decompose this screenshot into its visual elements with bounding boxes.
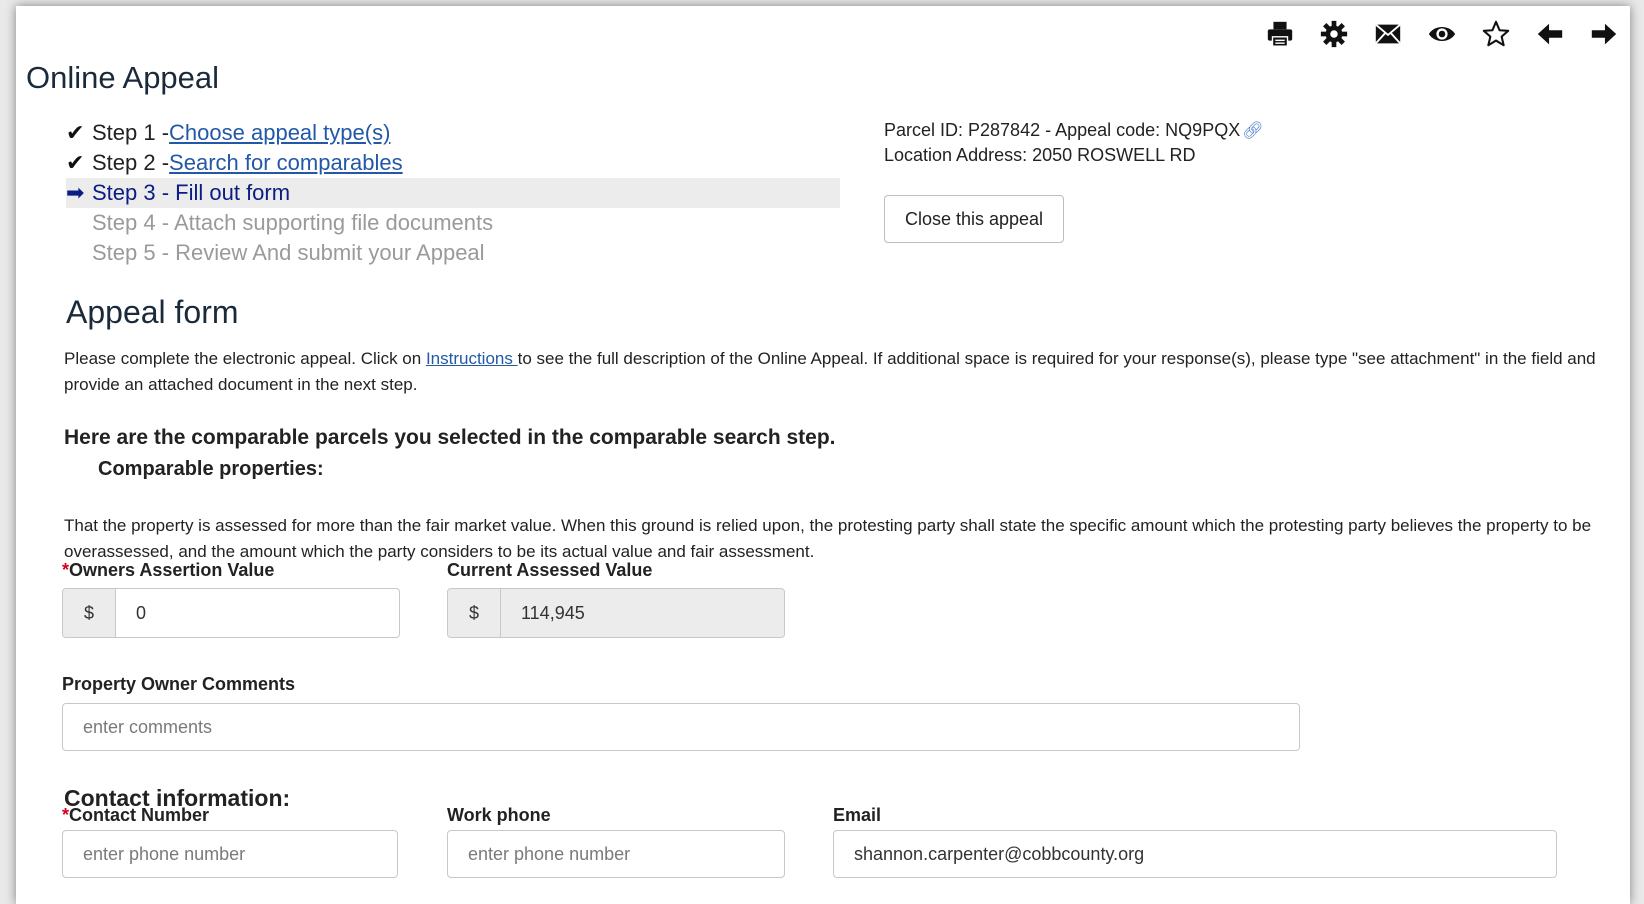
envelope-icon[interactable] bbox=[1372, 18, 1404, 50]
step-2-prefix: Step 2 - bbox=[92, 150, 170, 175]
instructions-link[interactable]: Instructions bbox=[426, 349, 518, 368]
comparables-heading: Here are the comparable parcels you sele… bbox=[64, 426, 836, 449]
arrow-right-icon[interactable] bbox=[1588, 18, 1620, 50]
app-window: Online Appeal ✔ Step 1 - Choose appeal t… bbox=[16, 6, 1630, 904]
email-input[interactable]: shannon.carpenter@cobbcounty.org bbox=[833, 830, 1557, 878]
required-marker: * bbox=[62, 805, 70, 825]
currency-addon: $ bbox=[448, 589, 501, 637]
step-5: Step 5 - Review And submit your Appeal bbox=[66, 238, 840, 268]
owners-assertion-value[interactable]: 0 bbox=[116, 589, 399, 637]
intro-text: Please complete the electronic appeal. C… bbox=[64, 349, 1596, 394]
step-3-label: Step 3 - Fill out form bbox=[92, 180, 291, 205]
parcel-info: Parcel ID: P287842 - Appeal code: NQ9PQX… bbox=[884, 118, 1264, 168]
gear-icon[interactable] bbox=[1318, 18, 1350, 50]
search-comparables-link[interactable]: Search for comparables bbox=[169, 150, 403, 176]
star-icon[interactable] bbox=[1480, 18, 1512, 50]
arrow-right-icon: ➡ bbox=[66, 180, 85, 205]
step-1: ✔ Step 1 - Choose appeal type(s) bbox=[66, 118, 840, 148]
step-list: ✔ Step 1 - Choose appeal type(s) ✔ Step … bbox=[66, 118, 840, 268]
email-label: Email bbox=[833, 805, 882, 825]
work-phone-input[interactable]: enter phone number bbox=[447, 830, 785, 878]
owners-assertion-label: *Owners Assertion Value bbox=[62, 560, 275, 580]
step-1-prefix: Step 1 - bbox=[92, 120, 170, 145]
comments-input[interactable]: enter comments bbox=[62, 703, 1300, 751]
arrow-left-icon[interactable] bbox=[1534, 18, 1566, 50]
toolbar bbox=[1264, 18, 1620, 50]
step-4: Step 4 - Attach supporting file document… bbox=[66, 208, 840, 238]
comparables-subheading: Comparable properties: bbox=[98, 458, 324, 480]
owners-assertion-input[interactable]: $ 0 bbox=[62, 588, 400, 638]
required-marker: * bbox=[62, 560, 70, 580]
parcel-id-text: Parcel ID: P287842 - Appeal code: NQ9PQX bbox=[884, 120, 1241, 140]
eye-icon[interactable] bbox=[1426, 18, 1458, 50]
current-assessed-value: 114,945 bbox=[501, 589, 784, 637]
check-icon: ✔ bbox=[66, 150, 85, 175]
form-title: Appeal form bbox=[66, 294, 239, 330]
step-2: ✔ Step 2 - Search for comparables bbox=[66, 148, 840, 178]
page-title: Online Appeal bbox=[26, 60, 220, 95]
choose-appeal-type-link[interactable]: Choose appeal type(s) bbox=[169, 120, 390, 146]
close-appeal-button[interactable]: Close this appeal bbox=[884, 195, 1064, 243]
ground-description: That the property is assessed for more t… bbox=[64, 516, 1592, 561]
step-4-label: Step 4 - Attach supporting file document… bbox=[92, 210, 494, 235]
contact-number-input[interactable]: enter phone number bbox=[62, 830, 398, 878]
current-assessed-label: Current Assessed Value bbox=[447, 560, 653, 580]
currency-addon: $ bbox=[63, 589, 116, 637]
step-3: ➡ Step 3 - Fill out form bbox=[66, 178, 840, 208]
print-icon[interactable] bbox=[1264, 18, 1296, 50]
comments-label: Property Owner Comments bbox=[62, 674, 296, 694]
link-icon[interactable]: 🔗︎ bbox=[1242, 121, 1264, 140]
contact-number-label: *Contact Number bbox=[62, 805, 210, 825]
step-5-label: Step 5 - Review And submit your Appeal bbox=[92, 240, 485, 265]
work-phone-label: Work phone bbox=[447, 805, 551, 825]
location-address: Location Address: 2050 ROSWELL RD bbox=[884, 145, 1196, 165]
current-assessed-input: $ 114,945 bbox=[447, 588, 785, 638]
check-icon: ✔ bbox=[66, 120, 85, 145]
